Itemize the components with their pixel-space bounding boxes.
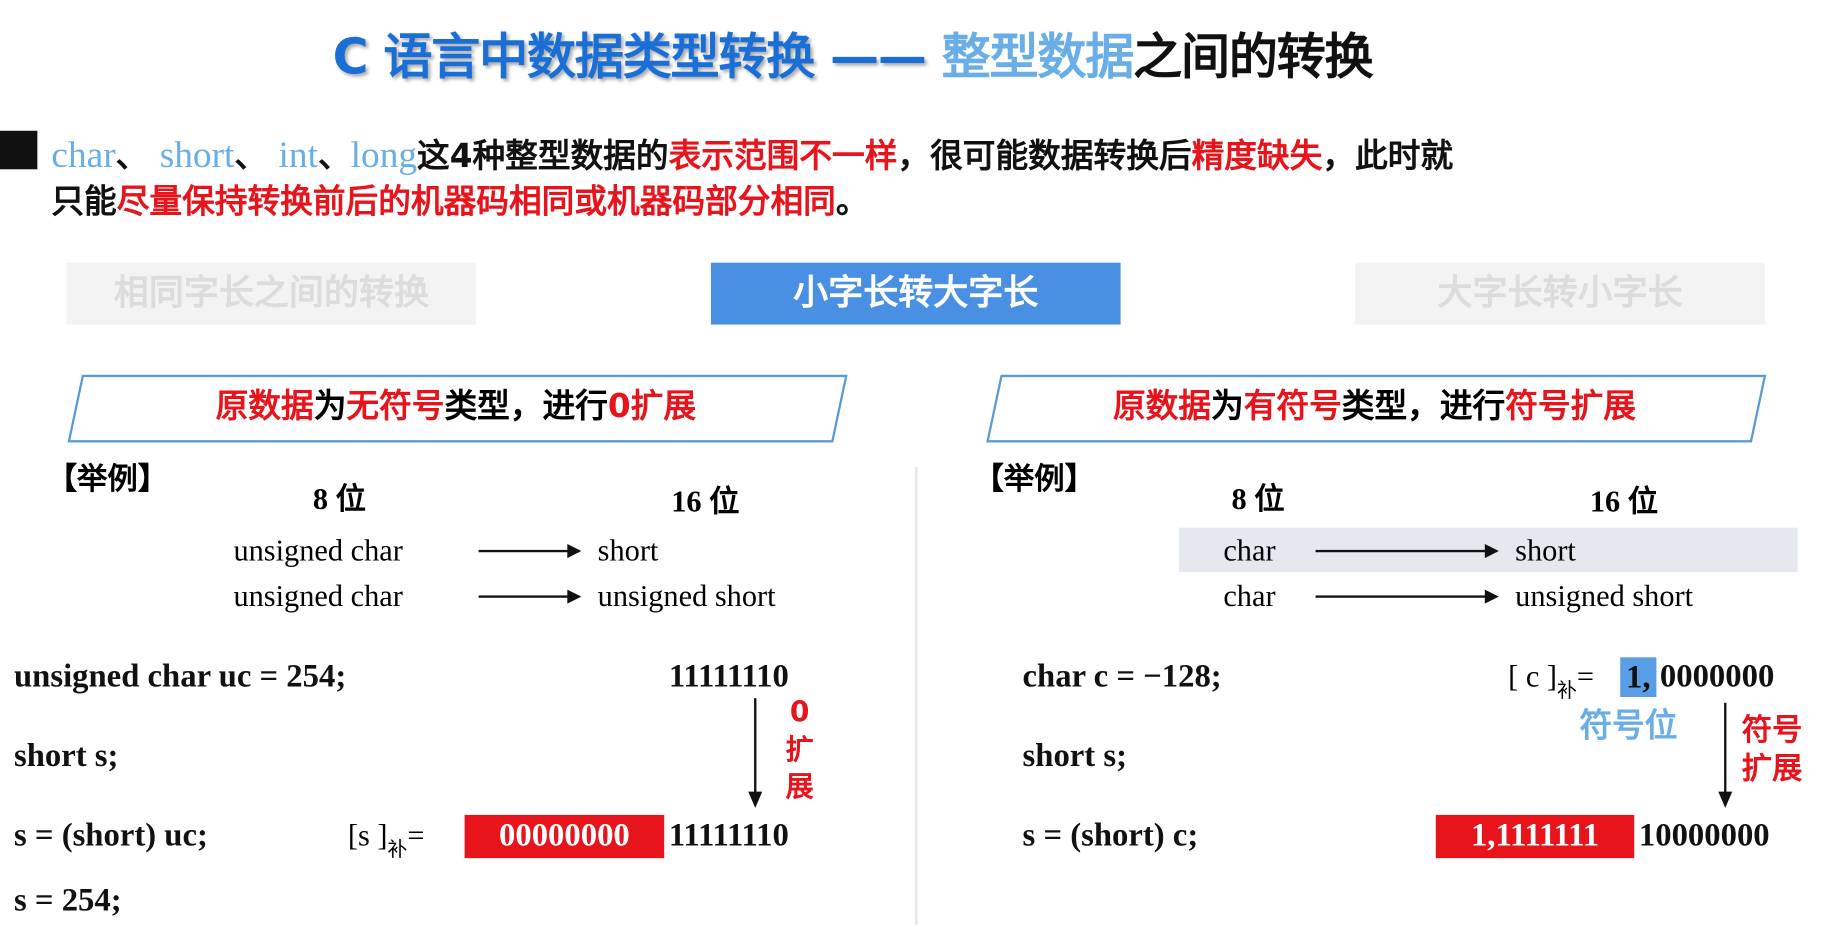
divider (915, 467, 918, 925)
intro-line-2: 只能尽量保持转换前后的机器码相同或机器码部分相同。 (51, 179, 868, 226)
left-header: 原数据为无符号类型，进行0扩展 (68, 375, 844, 438)
col-16bit: 16 位 (671, 484, 740, 519)
sign-bit-label: 符号位 (1579, 706, 1678, 745)
code-line: s = (short) c; (1022, 817, 1199, 854)
h: 无符号 (346, 386, 445, 425)
intro-text: ，此时就 (1322, 136, 1454, 176)
h: 原数据 (1112, 386, 1212, 425)
arrow-right-icon (1315, 589, 1499, 604)
row-to: unsigned short (597, 579, 776, 613)
h: 原数据 (215, 386, 314, 425)
c-bits: 0000000 (1659, 658, 1775, 695)
intro-highlight: 尽量保持转换前后的机器码相同或机器码部分相同 (116, 182, 836, 221)
h: 符号扩展 (1505, 386, 1637, 425)
l: 展 (785, 770, 814, 804)
sep: 、 (317, 136, 351, 176)
example-label: 【举例】 (46, 462, 169, 498)
tab-same-length[interactable]: 相同字长之间的转换 (66, 262, 477, 325)
intro-highlight: 表示范围不一样 (668, 136, 898, 176)
intro-text: 这4种整型数据的 (417, 136, 669, 176)
l: 符号 (1741, 713, 1803, 749)
h: 类型，进行 (444, 386, 608, 425)
extended-bits: 00000000 (464, 814, 665, 859)
h: 为 (313, 386, 347, 425)
title-highlight: 整型数据 (941, 28, 1135, 86)
title-tail: 之间的转换 (1133, 28, 1373, 86)
s-complement-label: [s ]补= (348, 815, 425, 861)
sep: 、 (234, 136, 268, 176)
row-from: char (1223, 533, 1276, 568)
code-line: short s; (1022, 737, 1127, 775)
intro-highlight: 精度缺失 (1191, 136, 1323, 176)
col-16bit: 16 位 (1589, 484, 1659, 519)
l: = (1576, 659, 1594, 694)
l: 0 (789, 695, 810, 729)
h: 类型，进行 (1341, 386, 1506, 425)
arrow-down-icon (748, 698, 763, 808)
type-char: char (51, 133, 116, 176)
source-bits: 11111110 (668, 658, 789, 695)
row-from: char (1223, 579, 1276, 613)
slide: C 语言中数据类型转换 —— 整型数据之间的转换 char、 short、 in… (0, 0, 1821, 927)
arrow-right-icon (478, 544, 582, 559)
zero-extend-label: 0 扩 展 (782, 693, 817, 805)
extended-bits: 1,1111111 (1435, 814, 1635, 859)
tab-large-to-small[interactable]: 大字长转小字长 (1355, 262, 1765, 325)
l: 补 (1557, 679, 1577, 703)
row-to: unsigned short (1515, 579, 1694, 613)
c-complement-label: [ c ]补= (1508, 656, 1594, 703)
row-from: unsigned char (233, 533, 403, 568)
l: 扩展 (1741, 751, 1803, 787)
l: [s ] (347, 818, 388, 853)
l: 补 (387, 838, 408, 862)
intro-text: 只能 (51, 182, 117, 221)
type-int: int (278, 133, 318, 176)
l: 扩 (785, 733, 814, 766)
arrow-down-icon (1718, 702, 1733, 808)
l: [ c ] (1508, 659, 1558, 694)
type-long: long (350, 133, 418, 176)
bullet-square-icon (0, 130, 38, 170)
intro-text: 。 (835, 182, 869, 221)
title-main: C 语言中数据类型转换 (332, 28, 816, 86)
l: = (407, 818, 425, 853)
example-label: 【举例】 (973, 462, 1095, 498)
low-bits: 10000000 (1638, 817, 1770, 854)
code-line: s = (short) uc; (14, 817, 208, 854)
right-header: 原数据为有符号类型，进行符号扩展 (986, 375, 1762, 438)
sign-extend-label: 符号 扩展 (1742, 712, 1803, 789)
slide-title: C 语言中数据类型转换 —— 整型数据之间的转换 (332, 26, 1374, 89)
sign-bit: 1, (1620, 657, 1657, 697)
sep: 、 (115, 136, 149, 176)
row-from: unsigned char (233, 579, 403, 613)
row-to: short (1515, 533, 1576, 568)
intro-line-1: char、 short、 int、long这4种整型数据的表示范围不一样，很可能… (51, 131, 1453, 180)
h: 为 (1211, 386, 1244, 425)
tab-small-to-large[interactable]: 小字长转大字长 (710, 262, 1121, 325)
code-line: short s; (14, 737, 119, 775)
h: 0扩展 (607, 386, 697, 425)
type-short: short (159, 133, 235, 176)
title-dash: —— (830, 28, 927, 86)
col-8bit: 8 位 (1231, 482, 1285, 517)
code-line: unsigned char uc = 254; (14, 658, 347, 695)
arrow-right-icon (478, 589, 582, 604)
h: 有符号 (1243, 386, 1342, 425)
arrow-right-icon (1315, 544, 1499, 559)
code-line: s = 254; (14, 882, 122, 919)
col-8bit: 8 位 (312, 482, 366, 517)
low-bits: 11111110 (668, 817, 789, 854)
code-line: char c = −128; (1022, 658, 1222, 695)
row-to: short (597, 533, 659, 568)
intro-text: ，很可能数据转换后 (897, 136, 1192, 176)
